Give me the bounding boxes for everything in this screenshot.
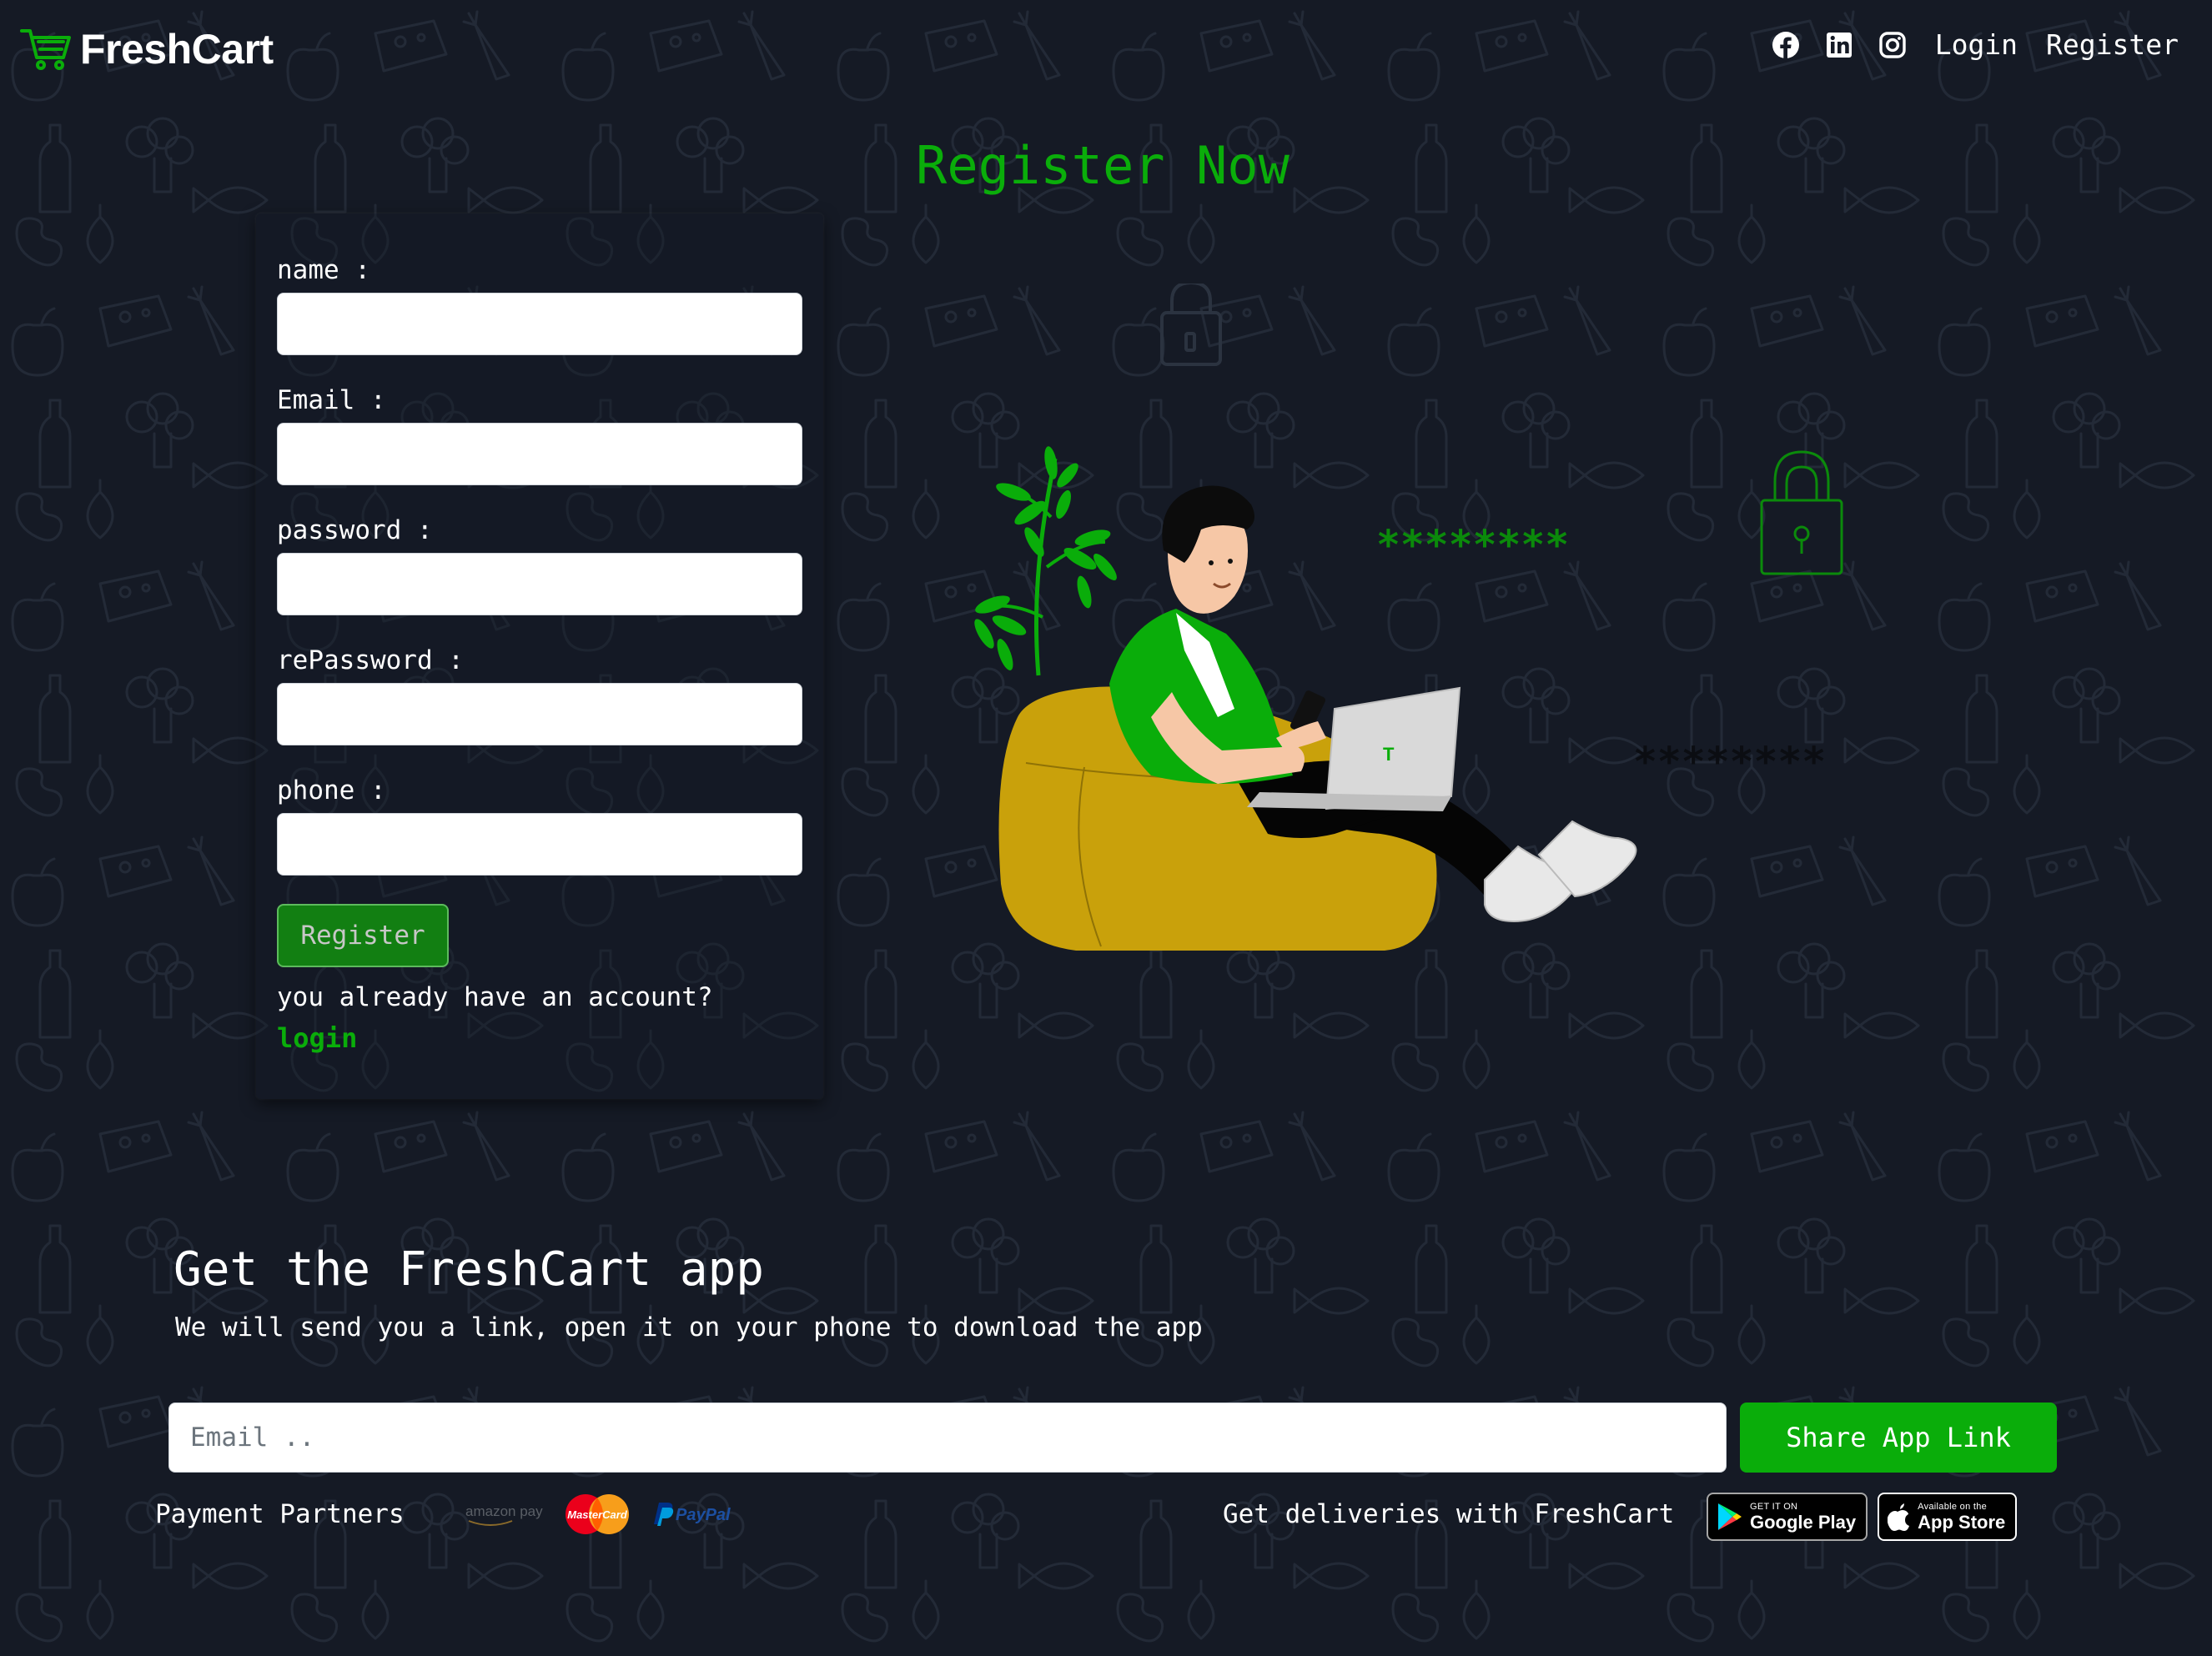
- payment-partner-logos: amazon pay MasterCard PayPal: [464, 1493, 734, 1536]
- app-section-subtitle: We will send you a link, open it on your…: [175, 1312, 1203, 1342]
- paypal-logo: PayPal: [654, 1503, 731, 1526]
- repassword-label: rePassword :: [277, 645, 464, 675]
- phone-input[interactable]: [277, 813, 802, 876]
- svg-text:PayPal: PayPal: [676, 1506, 731, 1524]
- payment-partners-label: Payment Partners: [155, 1499, 405, 1529]
- apple-icon: [1888, 1503, 1910, 1531]
- password-input[interactable]: [277, 553, 802, 615]
- email-input[interactable]: [277, 423, 802, 485]
- password-mask-green: ********: [1376, 522, 1569, 569]
- password-label: password :: [277, 515, 433, 545]
- lock-icon-green: [1760, 450, 1843, 575]
- nav-login-link[interactable]: Login: [1935, 28, 2018, 61]
- app-store-small-text: Available on the: [1918, 1501, 1988, 1512]
- facebook-icon[interactable]: [1772, 31, 1800, 59]
- lock-icon-faint: [1160, 284, 1222, 366]
- nav-register-link[interactable]: Register: [2046, 28, 2179, 61]
- share-app-link-button[interactable]: Share App Link: [1740, 1403, 2057, 1473]
- repassword-input[interactable]: [277, 683, 802, 745]
- register-button[interactable]: Register: [277, 904, 449, 967]
- app-section-title: Get the FreshCart app: [173, 1242, 765, 1297]
- store-badges: GET IT ON Google Play Available on the A…: [1707, 1493, 2018, 1541]
- phone-label: phone :: [277, 775, 386, 805]
- register-illustration: ******** ******** T: [974, 284, 1843, 951]
- email-label: Email :: [277, 385, 386, 415]
- google-play-icon: [1718, 1503, 1742, 1530]
- svg-text:T: T: [1383, 744, 1395, 765]
- svg-text:amazon pay: amazon pay: [465, 1503, 543, 1519]
- deliveries-label: Get deliveries with FreshCart: [1223, 1499, 1675, 1529]
- password-mask-dark: ********: [1633, 739, 1826, 785]
- google-play-big-text: Google Play: [1750, 1511, 1857, 1533]
- top-nav: Login Register: [1772, 28, 2179, 61]
- login-link[interactable]: login: [277, 1022, 357, 1054]
- app-store-badge[interactable]: Available on the App Store: [1878, 1493, 2018, 1541]
- shopping-cart-icon: [20, 29, 71, 70]
- page-title: Register Now: [916, 135, 1289, 196]
- app-email-input[interactable]: [168, 1403, 1727, 1473]
- svg-text:MasterCard: MasterCard: [567, 1508, 628, 1521]
- brand-name: FreshCart: [80, 26, 274, 73]
- mastercard-logo: MasterCard: [566, 1494, 629, 1534]
- plant-icon: [974, 446, 1117, 676]
- have-account-text: you already have an account?: [277, 982, 713, 1012]
- linkedin-icon[interactable]: [1825, 31, 1853, 59]
- instagram-icon[interactable]: [1878, 31, 1907, 59]
- register-form: name : Email : password : rePassword : p…: [256, 213, 823, 1099]
- name-label: name :: [277, 255, 370, 285]
- amazon-pay-logo: amazon pay: [465, 1503, 543, 1526]
- brand-logo[interactable]: FreshCart: [20, 25, 274, 73]
- google-play-badge[interactable]: GET IT ON Google Play: [1707, 1493, 1868, 1541]
- name-input[interactable]: [277, 293, 802, 355]
- app-store-big-text: App Store: [1918, 1511, 2006, 1533]
- google-play-small-text: GET IT ON: [1750, 1501, 1798, 1512]
